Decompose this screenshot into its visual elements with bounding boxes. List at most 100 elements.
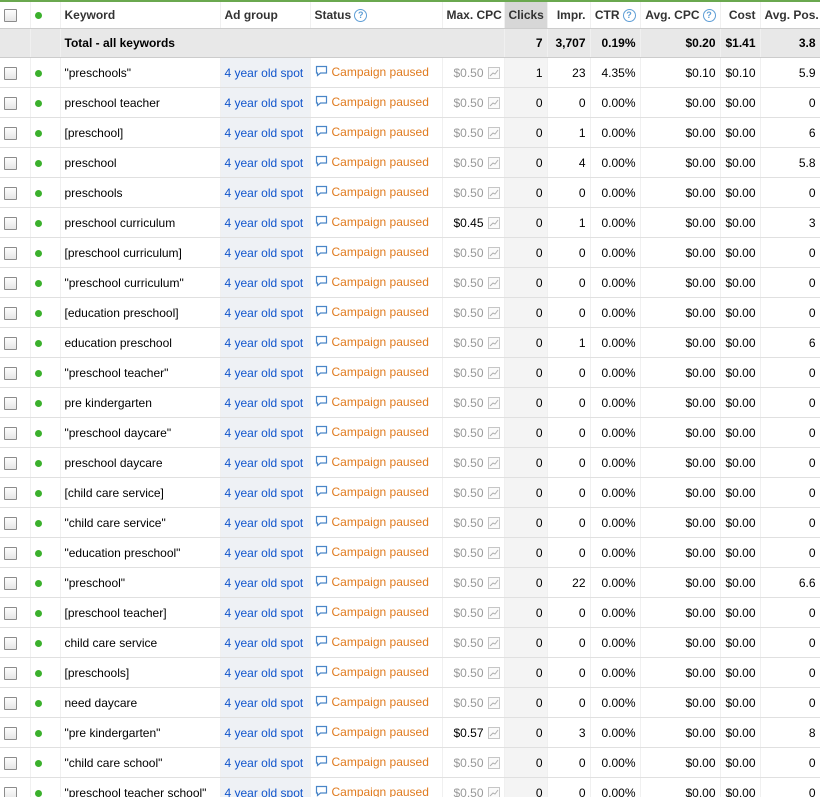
keyword-cell[interactable]: [preschools] [60, 657, 221, 688]
max-cpc-value[interactable]: $0.50 [453, 696, 483, 710]
ad-group-link[interactable]: 4 year old spot [225, 366, 304, 380]
speech-bubble-icon[interactable] [315, 275, 328, 290]
table-row[interactable]: "pre kindergarten" 4 year old spot Campa… [0, 717, 820, 748]
max-cpc-value[interactable]: $0.50 [453, 186, 483, 200]
max-cpc-value[interactable]: $0.50 [453, 336, 483, 350]
ad-group-link[interactable]: 4 year old spot [225, 216, 304, 230]
bid-simulator-icon[interactable] [487, 217, 500, 230]
max-cpc-cell[interactable]: $0.50 [442, 387, 505, 418]
bid-simulator-icon[interactable] [487, 157, 500, 170]
column-avg-pos[interactable]: Avg. Pos. [760, 2, 820, 29]
keyword-cell[interactable]: "preschool" [60, 567, 221, 598]
speech-bubble-icon[interactable] [315, 635, 328, 650]
max-cpc-cell[interactable]: $0.50 [442, 477, 505, 508]
max-cpc-cell[interactable]: $0.50 [442, 267, 505, 298]
row-checkbox[interactable] [4, 216, 17, 230]
speech-bubble-icon[interactable] [315, 395, 328, 410]
status-cell[interactable]: Campaign paused [310, 537, 443, 568]
table-row[interactable]: preschool curriculum 4 year old spot Cam… [0, 207, 820, 238]
table-row[interactable]: child care service 4 year old spot Campa… [0, 627, 820, 658]
bid-simulator-icon[interactable] [487, 277, 500, 290]
bid-simulator-icon[interactable] [487, 397, 500, 410]
max-cpc-cell[interactable]: $0.50 [442, 117, 505, 148]
speech-bubble-icon[interactable] [315, 365, 328, 380]
keyword-cell[interactable]: child care service [60, 627, 221, 658]
max-cpc-value[interactable]: $0.50 [453, 756, 483, 770]
speech-bubble-icon[interactable] [315, 665, 328, 680]
ad-group-link[interactable]: 4 year old spot [225, 606, 304, 620]
max-cpc-cell[interactable]: $0.50 [442, 357, 505, 388]
row-checkbox[interactable] [4, 546, 17, 560]
ad-group-link[interactable]: 4 year old spot [225, 726, 304, 740]
bid-simulator-icon[interactable] [487, 337, 500, 350]
status-cell[interactable]: Campaign paused [310, 657, 443, 688]
status-cell[interactable]: Campaign paused [310, 147, 443, 178]
row-checkbox[interactable] [4, 186, 17, 200]
keyword-cell[interactable]: "pre kindergarten" [60, 717, 221, 748]
bid-simulator-icon[interactable] [487, 487, 500, 500]
table-row[interactable]: [education preschool] 4 year old spot Ca… [0, 297, 820, 328]
help-icon[interactable]: ? [702, 9, 716, 23]
status-cell[interactable]: Campaign paused [310, 567, 443, 598]
max-cpc-cell[interactable]: $0.50 [442, 417, 505, 448]
max-cpc-cell[interactable]: $0.50 [442, 537, 505, 568]
max-cpc-cell[interactable]: $0.50 [442, 237, 505, 268]
column-clicks[interactable]: Clicks [504, 2, 548, 29]
bid-simulator-icon[interactable] [487, 547, 500, 560]
table-row[interactable]: "preschool teacher school" 4 year old sp… [0, 777, 820, 797]
max-cpc-cell[interactable]: $0.50 [442, 567, 505, 598]
bid-simulator-icon[interactable] [487, 247, 500, 260]
status-cell[interactable]: Campaign paused [310, 87, 443, 118]
keyword-cell[interactable]: [education preschool] [60, 297, 221, 328]
column-impr[interactable]: Impr. [547, 2, 591, 29]
row-checkbox[interactable] [4, 696, 17, 710]
ad-group-link[interactable]: 4 year old spot [225, 426, 304, 440]
status-cell[interactable]: Campaign paused [310, 687, 443, 718]
speech-bubble-icon[interactable] [315, 185, 328, 200]
bid-simulator-icon[interactable] [487, 637, 500, 650]
row-checkbox[interactable] [4, 456, 17, 470]
status-cell[interactable]: Campaign paused [310, 267, 443, 298]
column-ctr[interactable]: CTR? [590, 2, 641, 29]
row-checkbox[interactable] [4, 636, 17, 650]
speech-bubble-icon[interactable] [315, 485, 328, 500]
speech-bubble-icon[interactable] [315, 785, 328, 797]
table-row[interactable]: [preschool curriculum] 4 year old spot C… [0, 237, 820, 268]
table-row[interactable]: preschool teacher 4 year old spot Campai… [0, 87, 820, 118]
max-cpc-value[interactable]: $0.50 [453, 276, 483, 290]
speech-bubble-icon[interactable] [315, 65, 328, 80]
keyword-cell[interactable]: [child care service] [60, 477, 221, 508]
ad-group-link[interactable]: 4 year old spot [225, 546, 304, 560]
help-icon[interactable]: ? [354, 9, 368, 23]
bid-simulator-icon[interactable] [487, 127, 500, 140]
row-checkbox[interactable] [4, 666, 17, 680]
keyword-cell[interactable]: "education preschool" [60, 537, 221, 568]
max-cpc-cell[interactable]: $0.50 [442, 777, 505, 797]
max-cpc-cell[interactable]: $0.45 [442, 207, 505, 238]
keyword-cell[interactable]: "preschool curriculum" [60, 267, 221, 298]
bid-simulator-icon[interactable] [487, 697, 500, 710]
max-cpc-cell[interactable]: $0.50 [442, 687, 505, 718]
ad-group-link[interactable]: 4 year old spot [225, 186, 304, 200]
ad-group-link[interactable]: 4 year old spot [225, 96, 304, 110]
status-cell[interactable]: Campaign paused [310, 597, 443, 628]
status-cell[interactable]: Campaign paused [310, 507, 443, 538]
max-cpc-value[interactable]: $0.50 [453, 456, 483, 470]
speech-bubble-icon[interactable] [315, 725, 328, 740]
speech-bubble-icon[interactable] [315, 125, 328, 140]
row-checkbox[interactable] [4, 126, 17, 140]
bid-simulator-icon[interactable] [487, 607, 500, 620]
status-cell[interactable]: Campaign paused [310, 117, 443, 148]
ad-group-link[interactable]: 4 year old spot [225, 456, 304, 470]
speech-bubble-icon[interactable] [315, 515, 328, 530]
max-cpc-cell[interactable]: $0.50 [442, 87, 505, 118]
status-cell[interactable]: Campaign paused [310, 627, 443, 658]
max-cpc-value[interactable]: $0.50 [453, 246, 483, 260]
select-all-checkbox-cell[interactable] [0, 2, 31, 29]
speech-bubble-icon[interactable] [315, 455, 328, 470]
max-cpc-value[interactable]: $0.50 [453, 636, 483, 650]
status-cell[interactable]: Campaign paused [310, 477, 443, 508]
ad-group-link[interactable]: 4 year old spot [225, 396, 304, 410]
max-cpc-cell[interactable]: $0.50 [442, 597, 505, 628]
ad-group-link[interactable]: 4 year old spot [225, 486, 304, 500]
